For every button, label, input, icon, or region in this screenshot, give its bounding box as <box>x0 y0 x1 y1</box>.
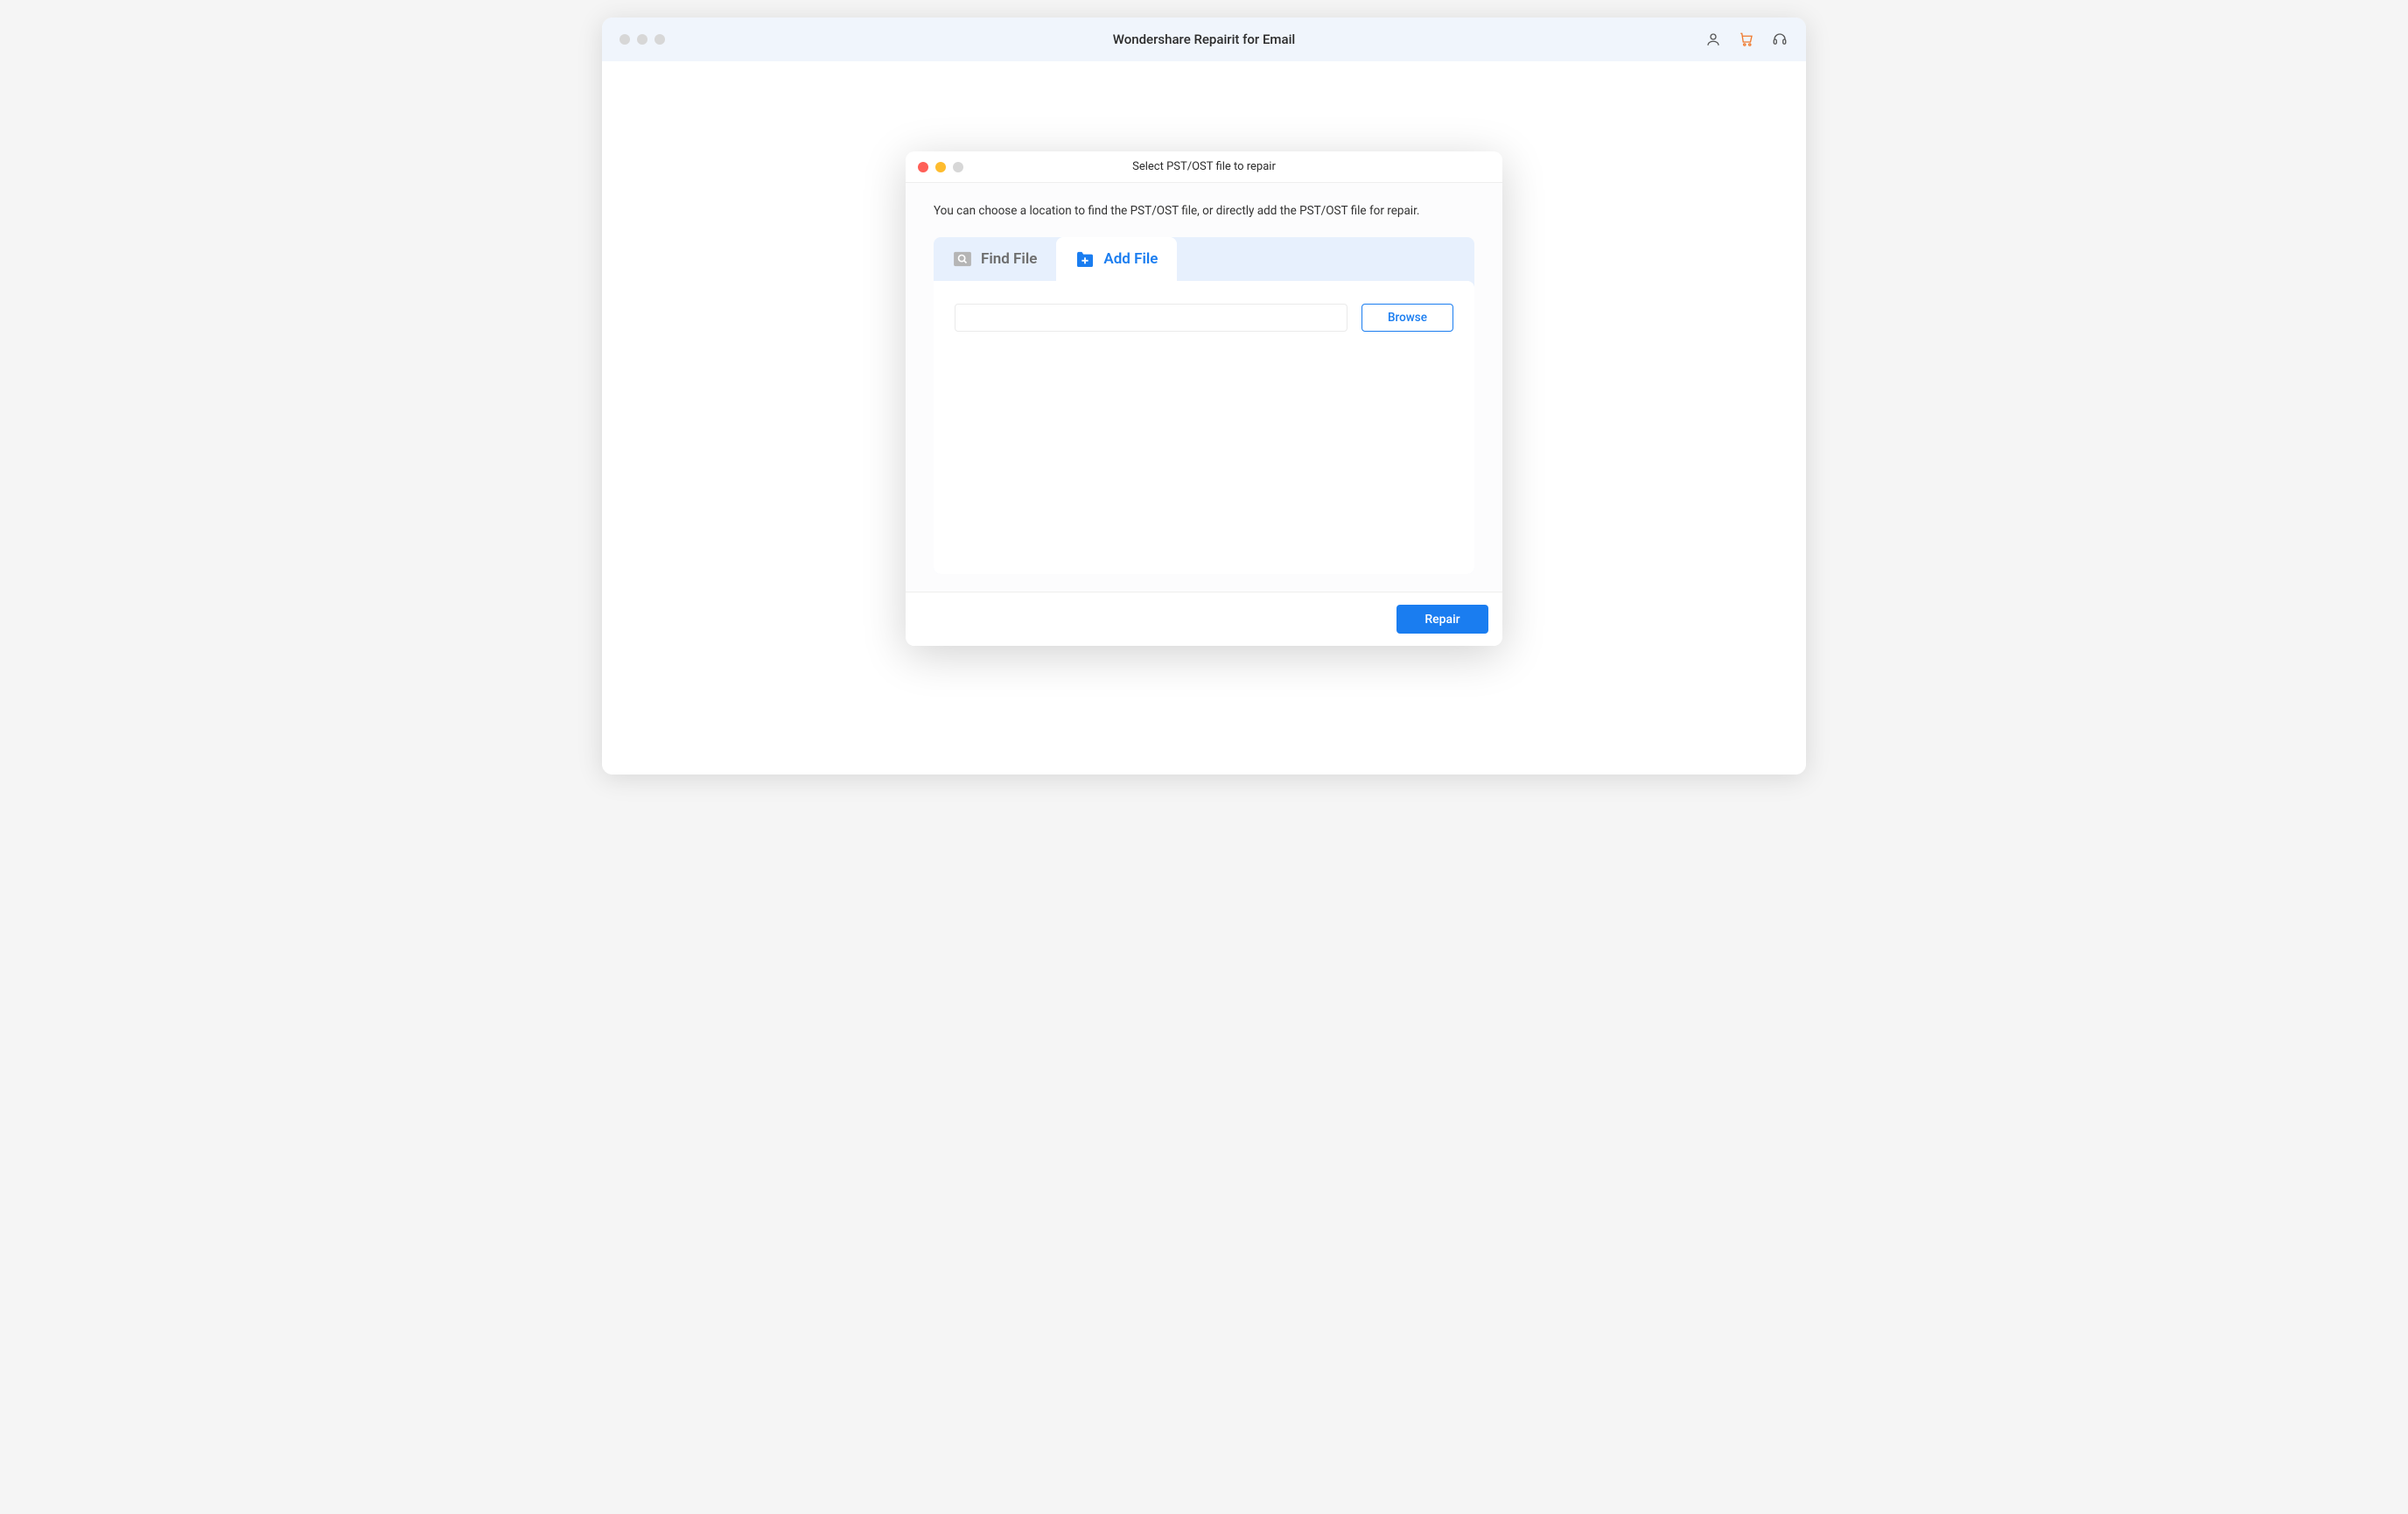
tab-content-add-file: Browse <box>934 281 1474 574</box>
tab-find-file[interactable]: Find File <box>934 237 1056 281</box>
dialog-footer: Repair <box>906 592 1502 646</box>
app-title: Wondershare Repairit for Email <box>1113 32 1295 47</box>
tabs-header: Find File Add File <box>934 237 1474 281</box>
find-file-icon <box>953 250 972 268</box>
dialog-titlebar: Select PST/OST file to repair <box>906 151 1502 183</box>
traffic-light-disabled <box>654 34 665 45</box>
app-titlebar: Wondershare Repairit for Email <box>602 18 1806 61</box>
main-traffic-lights <box>620 34 665 45</box>
account-icon[interactable] <box>1704 31 1722 48</box>
tab-label: Find File <box>981 250 1037 268</box>
tab-add-file[interactable]: Add File <box>1056 237 1177 281</box>
browse-button[interactable]: Browse <box>1362 304 1453 332</box>
maximize-window-button <box>953 162 963 172</box>
repair-button[interactable]: Repair <box>1396 605 1488 634</box>
select-file-dialog: Select PST/OST file to repair You can ch… <box>906 151 1502 646</box>
tab-label: Add File <box>1103 250 1158 268</box>
tabs-container: Find File Add File <box>934 237 1474 574</box>
support-icon[interactable] <box>1771 31 1788 48</box>
close-window-button[interactable] <box>918 162 928 172</box>
add-file-icon <box>1075 250 1095 268</box>
file-input-row: Browse <box>955 304 1453 332</box>
dialog-content: You can choose a location to find the PS… <box>906 183 1502 592</box>
minimize-window-button[interactable] <box>935 162 946 172</box>
instruction-text: You can choose a location to find the PS… <box>934 204 1474 218</box>
traffic-light-disabled <box>620 34 630 45</box>
app-window: Wondershare Repairit for Email <box>602 18 1806 775</box>
dialog-traffic-lights <box>918 162 963 172</box>
cart-icon[interactable] <box>1738 31 1755 48</box>
traffic-light-disabled <box>637 34 648 45</box>
app-body: Select PST/OST file to repair You can ch… <box>602 61 1806 775</box>
header-icons <box>1704 31 1788 48</box>
file-path-input[interactable] <box>955 304 1348 332</box>
dialog-title: Select PST/OST file to repair <box>1132 160 1276 173</box>
